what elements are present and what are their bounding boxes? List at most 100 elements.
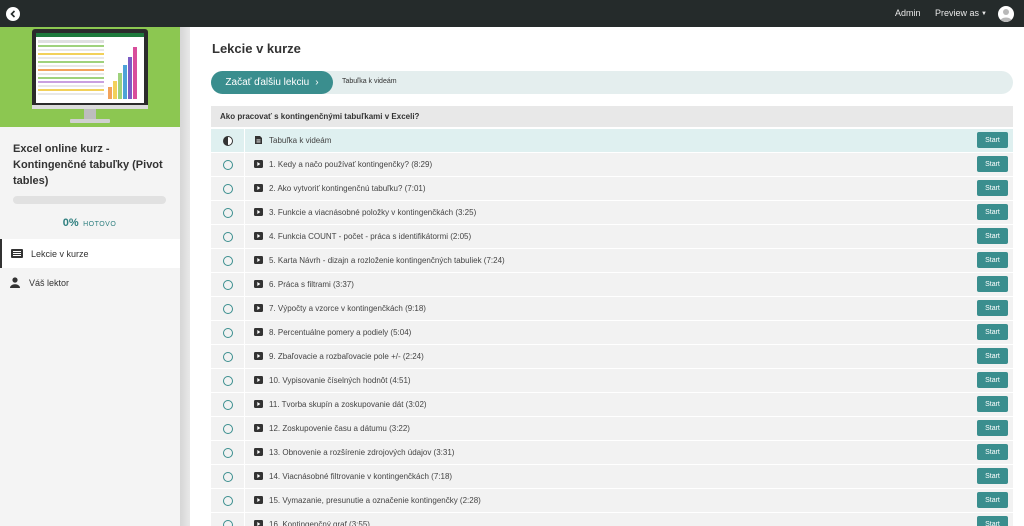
lesson-status (211, 321, 244, 344)
empty-circle-icon (222, 327, 233, 338)
start-lesson-button[interactable]: Start (977, 204, 1008, 220)
lesson-row[interactable]: 16. Kontingenčný graf (3:55) Start (211, 513, 1013, 526)
start-next-lesson-label: Začať ďalšiu lekciu (225, 77, 310, 88)
lesson-body: 9. Zbaľovacie a rozbaľovacie pole +/- (2… (244, 345, 1013, 368)
next-lesson-bar: Začať ďalšiu lekciu › Tabuľka k videám (211, 71, 1013, 94)
lesson-title: 14. Viacnásobné filtrovanie v kontingenč… (269, 472, 453, 481)
lesson-row[interactable]: 13. Obnovenie a rozšírenie zdrojových úd… (211, 441, 1013, 464)
start-lesson-button[interactable]: Start (977, 420, 1008, 436)
lesson-body: Tabuľka k videám Start (244, 129, 1013, 152)
lesson-title: 7. Výpočty a vzorce v kontingenčkách (9:… (269, 304, 426, 313)
next-lesson-name: Tabuľka k videám (342, 78, 397, 85)
lesson-status (211, 369, 244, 392)
progress-percent: 0% (62, 217, 79, 229)
lesson-row[interactable]: Tabuľka k videám Start (211, 129, 1013, 152)
lesson-row[interactable]: 12. Zoskupovenie času a dátumu (3:22) Sta… (211, 417, 1013, 440)
video-icon (254, 376, 263, 384)
lesson-title: 1. Kedy a načo používať kontingenčky? (8… (269, 160, 433, 169)
lesson-row[interactable]: 11. Tvorba skupín a zoskupovanie dát (3:… (211, 393, 1013, 416)
video-icon (254, 448, 263, 456)
lesson-status (211, 153, 244, 176)
lesson-body: 1. Kedy a načo používať kontingenčky? (8… (244, 153, 1013, 176)
lesson-title: 6. Práca s filtrami (3:37) (269, 280, 354, 289)
lesson-row[interactable]: 9. Zbaľovacie a rozbaľovacie pole +/- (2… (211, 345, 1013, 368)
sidebar-item-label: Lekcie v kurze (31, 248, 89, 259)
lesson-status (211, 225, 244, 248)
start-lesson-button[interactable]: Start (977, 228, 1008, 244)
sidebar-item-instructor[interactable]: Váš lektor (0, 268, 180, 297)
empty-circle-icon (222, 183, 233, 194)
empty-circle-icon (222, 447, 233, 458)
lesson-status (211, 465, 244, 488)
video-icon (254, 496, 263, 504)
lesson-body: 5. Karta Návrh - dizajn a rozloženie kon… (244, 249, 1013, 272)
lesson-status (211, 441, 244, 464)
lesson-row[interactable]: 8. Percentuálne pomery a podiely (5:04) S… (211, 321, 1013, 344)
lesson-title: 15. Vymazanie, presunutie a označenie ko… (269, 496, 481, 505)
start-lesson-button[interactable]: Start (977, 156, 1008, 172)
preview-as-dropdown[interactable]: Preview as ▼ (935, 8, 987, 18)
start-lesson-button[interactable]: Start (977, 516, 1008, 526)
lesson-title: 5. Karta Návrh - dizajn a rozloženie kon… (269, 256, 505, 265)
lesson-status (211, 129, 244, 152)
lesson-row[interactable]: 3. Funkcie a viacnásobné položky v konti… (211, 201, 1013, 224)
start-lesson-button[interactable]: Start (977, 300, 1008, 316)
lesson-body: 2. Ako vytvoriť kontingenčnú tabuľku? (7… (244, 177, 1013, 200)
start-lesson-button[interactable]: Start (977, 180, 1008, 196)
lesson-title: 2. Ako vytvoriť kontingenčnú tabuľku? (7… (269, 184, 426, 193)
lesson-title: 16. Kontingenčný graf (3:55) (269, 520, 370, 526)
start-lesson-button[interactable]: Start (977, 324, 1008, 340)
avatar-person-icon (1000, 9, 1012, 22)
empty-circle-icon (222, 207, 233, 218)
admin-link[interactable]: Admin (895, 8, 921, 18)
start-lesson-button[interactable]: Start (977, 396, 1008, 412)
lesson-row[interactable]: 4. Funkcia COUNT - počet - práca s ident… (211, 225, 1013, 248)
start-lesson-button[interactable]: Start (977, 468, 1008, 484)
empty-circle-icon (222, 159, 233, 170)
lesson-row[interactable]: 2. Ako vytvoriť kontingenčnú tabuľku? (7… (211, 177, 1013, 200)
lesson-row[interactable]: 14. Viacnásobné filtrovanie v kontingenč… (211, 465, 1013, 488)
lesson-title: 13. Obnovenie a rozšírenie zdrojových úd… (269, 448, 455, 457)
avatar[interactable] (998, 6, 1014, 22)
video-icon (254, 280, 263, 288)
start-lesson-button[interactable]: Start (977, 276, 1008, 292)
start-lesson-button[interactable]: Start (977, 348, 1008, 364)
video-icon (254, 160, 263, 168)
course-progress-bar (13, 196, 166, 204)
start-lesson-button[interactable]: Start (977, 444, 1008, 460)
lesson-body: 11. Tvorba skupín a zoskupovanie dát (3:… (244, 393, 1013, 416)
lesson-row[interactable]: 1. Kedy a načo používať kontingenčky? (8… (211, 153, 1013, 176)
lesson-status (211, 177, 244, 200)
start-lesson-button[interactable]: Start (977, 132, 1008, 148)
video-icon (254, 472, 263, 480)
video-icon (254, 256, 263, 264)
start-lesson-button[interactable]: Start (977, 372, 1008, 388)
lesson-body: 6. Práca s filtrami (3:37) Start (244, 273, 1013, 296)
empty-circle-icon (222, 375, 233, 386)
lesson-row[interactable]: 7. Výpočty a vzorce v kontingenčkách (9:… (211, 297, 1013, 320)
lesson-status (211, 345, 244, 368)
video-icon (254, 208, 263, 216)
sidebar-divider (180, 27, 190, 526)
list-icon (11, 249, 23, 258)
back-icon[interactable] (6, 7, 20, 21)
sidebar-item-lessons[interactable]: Lekcie v kurze (0, 239, 180, 268)
video-icon (254, 352, 263, 360)
lesson-row[interactable]: 15. Vymazanie, presunutie a označenie ko… (211, 489, 1013, 512)
start-lesson-button[interactable]: Start (977, 492, 1008, 508)
lesson-status (211, 393, 244, 416)
lesson-title: 10. Vypisovanie číselných hodnôt (4:51) (269, 376, 411, 385)
lesson-row[interactable]: 5. Karta Návrh - dizajn a rozloženie kon… (211, 249, 1013, 272)
empty-circle-icon (222, 303, 233, 314)
empty-circle-icon (222, 519, 233, 526)
caret-down-icon: ▼ (981, 11, 987, 17)
start-lesson-button[interactable]: Start (977, 252, 1008, 268)
lesson-row[interactable]: 6. Práca s filtrami (3:37) Start (211, 273, 1013, 296)
course-thumbnail (0, 27, 180, 127)
lesson-body: 13. Obnovenie a rozšírenie zdrojových úd… (244, 441, 1013, 464)
lesson-title: 12. Zoskupovenie času a dátumu (3:22) (269, 424, 410, 433)
top-bar: Admin Preview as ▼ (0, 0, 1024, 27)
video-icon (254, 328, 263, 336)
lesson-row[interactable]: 10. Vypisovanie číselných hodnôt (4:51) S… (211, 369, 1013, 392)
start-next-lesson-button[interactable]: Začať ďalšiu lekciu › (211, 71, 333, 94)
